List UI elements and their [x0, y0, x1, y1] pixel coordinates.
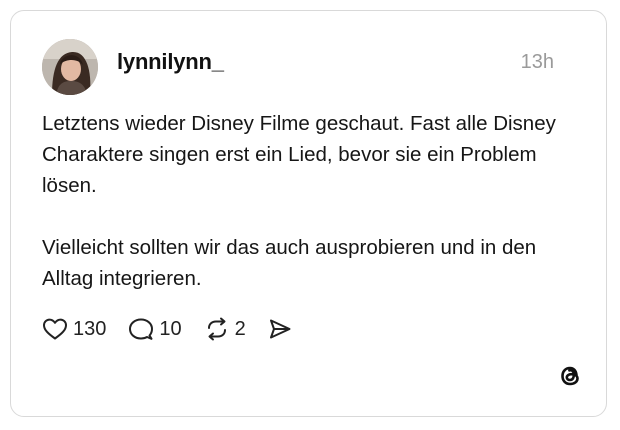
threads-logo-icon [561, 366, 579, 386]
post-timestamp: 13h [520, 51, 554, 73]
share-button[interactable] [268, 317, 297, 341]
post-card[interactable]: lynnilynn_ 13h Letztens wieder Disney Fi… [10, 10, 607, 417]
send-icon [269, 319, 291, 339]
repost-button[interactable]: 2 [204, 317, 246, 341]
repost-count: 2 [234, 318, 246, 340]
heart-icon [43, 318, 67, 340]
reply-button[interactable]: 10 [128, 317, 182, 341]
avatar-image [42, 39, 98, 95]
post-text: Letztens wieder Disney Filme geschaut. F… [42, 112, 556, 290]
like-count: 130 [73, 318, 107, 340]
avatar[interactable] [42, 39, 98, 95]
like-button[interactable]: 130 [42, 317, 106, 341]
action-bar: 130 10 2 [42, 315, 319, 343]
username[interactable]: lynnilynn_ [117, 49, 224, 75]
reply-count: 10 [159, 318, 182, 340]
speech-bubble-icon [129, 318, 154, 340]
repost-icon [207, 317, 226, 341]
